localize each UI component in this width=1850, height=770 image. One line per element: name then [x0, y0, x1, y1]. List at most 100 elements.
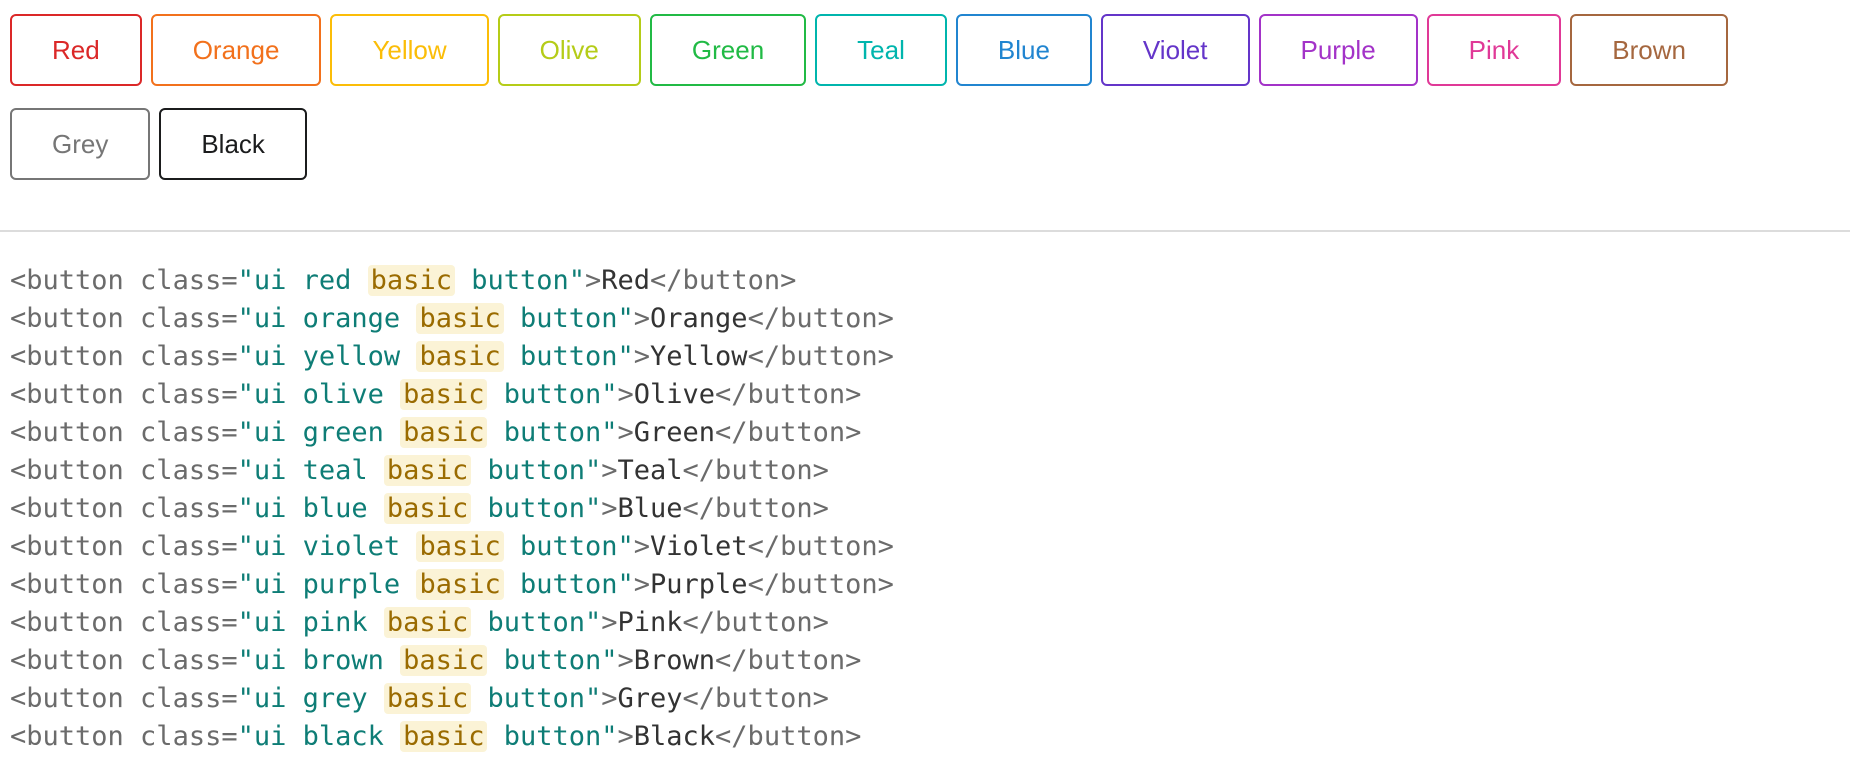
code-attr: class=	[123, 493, 238, 524]
code-line: <button class="ui olive basic button">Ol…	[10, 376, 894, 414]
code-string: button"	[503, 531, 634, 562]
code-color-class: grey	[302, 683, 368, 714]
code-text: Red	[601, 265, 651, 296]
green-basic-button[interactable]: Green	[649, 14, 807, 86]
code-string: "ui	[237, 607, 303, 638]
code-close-angle: >	[633, 341, 651, 372]
code-attr: class=	[123, 265, 238, 296]
code-string: "ui	[237, 341, 303, 372]
code-color-class: yellow	[302, 341, 401, 372]
code-highlight: basic	[416, 341, 504, 372]
code-end-tag: </button>	[747, 341, 894, 372]
code-string: "ui	[237, 265, 303, 296]
code-text: Black	[633, 721, 716, 752]
code-string: "ui	[237, 455, 303, 486]
code-color-class: red	[302, 265, 352, 296]
button-row-1: Red Orange Yellow Olive Green Teal Blue …	[10, 14, 1830, 86]
code-close-angle: >	[585, 265, 602, 296]
code-end-tag: </button>	[747, 531, 894, 562]
code-attr: class=	[123, 645, 238, 676]
code-snippet: <button class="ui red basic button">Red<…	[10, 262, 894, 756]
code-end-tag: </button>	[715, 721, 862, 752]
button-example: Red Orange Yellow Olive Green Teal Blue …	[10, 14, 1830, 202]
code-line: <button class="ui brown basic button">Br…	[10, 642, 894, 680]
code-end-tag: </button>	[682, 455, 829, 486]
code-open-tag: <button	[10, 379, 124, 410]
code-string: button"	[471, 493, 602, 524]
code-attr: class=	[123, 531, 238, 562]
code-string: "ui	[237, 721, 303, 752]
code-color-class: pink	[302, 607, 368, 638]
code-highlight: basic	[400, 645, 488, 676]
blue-basic-button[interactable]: Blue	[955, 14, 1092, 86]
grey-basic-button[interactable]: Grey	[10, 108, 151, 180]
code-highlight: basic	[400, 721, 488, 752]
code-string: "ui	[237, 531, 303, 562]
code-highlight: basic	[383, 683, 472, 714]
violet-basic-button[interactable]: Violet	[1100, 14, 1250, 86]
code-line: <button class="ui grey basic button">Gre…	[10, 680, 894, 718]
yellow-basic-button[interactable]: Yellow	[330, 14, 489, 86]
code-color-class: olive	[302, 379, 384, 410]
code-attr: class=	[123, 569, 238, 600]
code-end-tag: </button>	[715, 417, 862, 448]
code-open-tag: <button	[10, 683, 124, 714]
code-highlight: basic	[383, 493, 472, 524]
code-highlight: basic	[416, 569, 504, 600]
code-highlight: basic	[416, 303, 504, 334]
button-row-2: Grey Black	[10, 108, 1830, 180]
code-end-tag: </button>	[682, 607, 829, 638]
code-text: Pink	[617, 607, 683, 638]
code-highlight: basic	[400, 379, 488, 410]
teal-basic-button[interactable]: Teal	[815, 14, 947, 86]
code-color-class: black	[302, 721, 384, 752]
code-end-tag: </button>	[747, 569, 894, 600]
code-close-angle: >	[617, 645, 634, 676]
code-string: "ui	[237, 493, 303, 524]
code-line: <button class="ui pink basic button">Pin…	[10, 604, 894, 642]
code-string: "ui	[237, 569, 303, 600]
code-open-tag: <button	[10, 645, 124, 676]
code-color-class: orange	[302, 303, 401, 334]
purple-basic-button[interactable]: Purple	[1258, 14, 1418, 86]
olive-basic-button[interactable]: Olive	[497, 14, 641, 86]
code-close-angle: >	[617, 379, 634, 410]
code-open-tag: <button	[10, 265, 124, 296]
code-close-angle: >	[617, 721, 634, 752]
code-line: <button class="ui red basic button">Red<…	[10, 262, 894, 300]
code-text: Yellow	[650, 341, 748, 372]
code-end-tag: </button>	[747, 303, 894, 334]
code-string: "ui	[237, 645, 303, 676]
code-attr: class=	[123, 341, 238, 372]
code-end-tag: </button>	[715, 379, 862, 410]
red-basic-button[interactable]: Red	[10, 14, 142, 86]
brown-basic-button[interactable]: Brown	[1570, 14, 1728, 86]
code-line: <button class="ui blue basic button">Blu…	[10, 490, 894, 528]
code-attr: class=	[123, 455, 238, 486]
code-string: button"	[503, 569, 634, 600]
code-line: <button class="ui teal basic button">Tea…	[10, 452, 894, 490]
code-close-angle: >	[601, 455, 618, 486]
code-text: Orange	[650, 303, 748, 334]
code-string: button"	[471, 455, 602, 486]
code-open-tag: <button	[10, 455, 124, 486]
code-highlight: basic	[416, 531, 504, 562]
code-string: button"	[471, 607, 602, 638]
code-string: "ui	[237, 303, 303, 334]
code-string: button"	[503, 341, 634, 372]
code-attr: class=	[123, 721, 238, 752]
code-text: Grey	[617, 683, 683, 714]
orange-basic-button[interactable]: Orange	[150, 14, 322, 86]
code-color-class: purple	[302, 569, 401, 600]
code-color-class: brown	[302, 645, 384, 676]
code-end-tag: </button>	[682, 493, 829, 524]
code-color-class: green	[302, 417, 384, 448]
code-end-tag: </button>	[682, 683, 829, 714]
code-string: button"	[487, 721, 618, 752]
pink-basic-button[interactable]: Pink	[1426, 14, 1562, 86]
black-basic-button[interactable]: Black	[159, 108, 307, 180]
code-string: button"	[487, 417, 618, 448]
code-line: <button class="ui black basic button">Bl…	[10, 718, 894, 756]
code-open-tag: <button	[10, 607, 124, 638]
code-open-tag: <button	[10, 531, 124, 562]
